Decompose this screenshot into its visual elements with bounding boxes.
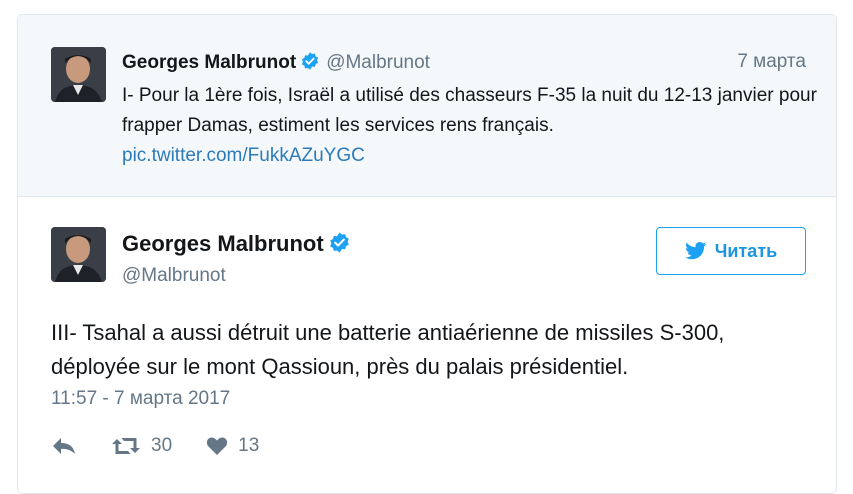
quoted-tweet-media-link[interactable]: pic.twitter.com/FukkAZuYGC — [122, 141, 822, 171]
tweet-timestamp[interactable]: 11:57 - 7 марта 2017 — [51, 388, 230, 410]
tweet-embed-card: Georges Malbrunot @Malbrunot 7 марта I- … — [17, 14, 837, 494]
quoted-author-avatar[interactable] — [51, 47, 106, 102]
author-handle[interactable]: @Malbrunot — [122, 265, 226, 287]
twitter-bird-icon — [684, 242, 707, 260]
author-name[interactable]: Georges Malbrunot — [122, 231, 324, 256]
retweet-button[interactable]: 30 — [111, 435, 172, 457]
retweet-icon — [112, 438, 140, 454]
author-avatar[interactable] — [51, 227, 106, 282]
retweet-count: 30 — [151, 435, 173, 456]
author-name-row: Georges Malbrunot — [122, 231, 351, 260]
like-count: 13 — [238, 435, 260, 456]
quoted-tweet-date[interactable]: 7 марта — [737, 51, 806, 73]
like-button[interactable]: 13 — [206, 435, 259, 457]
verified-badge-icon — [328, 231, 351, 260]
quoted-tweet-text: I- Pour la 1ère fois, Israël a utilisé d… — [122, 81, 822, 171]
quoted-author-name[interactable]: Georges Malbrunot — [122, 52, 296, 73]
follow-button-label: Читать — [714, 240, 778, 261]
quoted-author-handle[interactable]: @Malbrunot — [326, 52, 430, 73]
heart-icon — [207, 437, 228, 455]
quoted-tweet[interactable]: Georges Malbrunot @Malbrunot 7 марта I- … — [18, 15, 836, 197]
reply-button[interactable] — [51, 435, 77, 457]
follow-button[interactable]: Читать — [656, 227, 806, 275]
tweet-text: III- Tsahal a aussi détruit une batterie… — [51, 320, 725, 379]
verified-badge-icon — [300, 51, 320, 76]
tweet-actions: 30 13 — [51, 431, 259, 461]
quoted-tweet-header: Georges Malbrunot @Malbrunot 7 марта — [122, 51, 806, 77]
quoted-tweet-body: I- Pour la 1ère fois, Israël a utilisé d… — [122, 85, 817, 136]
reply-icon — [53, 438, 75, 454]
